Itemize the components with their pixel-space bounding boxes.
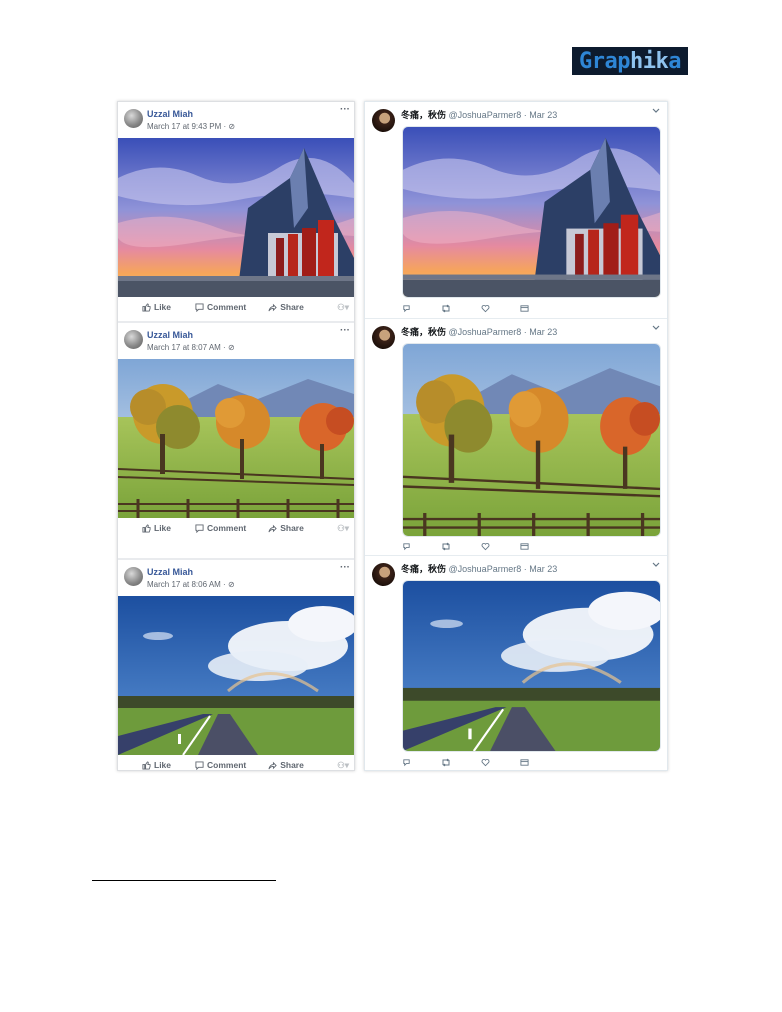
post-date[interactable]: March 17 at 8:06 AM · ⊘ (147, 580, 235, 589)
handle-and-date[interactable]: @JoshuaParmer8 · Mar 23 (449, 327, 558, 337)
audience-selector-icon[interactable]: ⚇▾ (337, 302, 349, 313)
post-image[interactable] (118, 359, 354, 518)
avatar[interactable] (372, 326, 395, 349)
share-button[interactable]: Share (268, 760, 304, 770)
like-heart-icon[interactable] (481, 300, 490, 318)
tweet-image[interactable] (402, 126, 661, 298)
thumbs-up-icon (142, 302, 151, 312)
globe-icon: ⊘ (227, 580, 235, 589)
direct-message-icon[interactable] (520, 538, 529, 556)
tweet: 冬痛，秋伤 @JoshuaParmer8 · Mar 23 (365, 102, 667, 317)
tweet-image[interactable] (402, 580, 661, 752)
thumbs-up-icon (142, 760, 151, 770)
comment-button[interactable]: Comment (195, 523, 246, 533)
graphika-logo: Graphika (572, 47, 688, 75)
like-button[interactable]: Like (142, 523, 171, 533)
like-heart-icon[interactable] (481, 538, 490, 556)
thumbs-up-icon (142, 523, 151, 533)
twitter-posts-panel: 冬痛，秋伤 @JoshuaParmer8 · Mar 23 冬痛，秋伤 @Jos… (364, 101, 668, 771)
direct-message-icon[interactable] (520, 754, 529, 772)
reply-icon[interactable] (402, 300, 411, 318)
display-name[interactable]: 冬痛，秋伤 (401, 564, 446, 574)
comment-icon (195, 523, 204, 533)
chevron-down-icon[interactable] (652, 325, 660, 331)
tweet: 冬痛，秋伤 @JoshuaParmer8 · Mar 23 (365, 555, 667, 771)
author-name[interactable]: Uzzal Miah (147, 567, 193, 577)
avatar[interactable] (124, 109, 143, 128)
chevron-down-icon[interactable] (652, 562, 660, 568)
post-image[interactable] (118, 596, 354, 755)
audience-selector-icon[interactable]: ⚇▾ (337, 760, 349, 771)
comment-icon (195, 760, 204, 770)
more-options-icon[interactable]: ··· (340, 325, 350, 336)
share-icon (268, 524, 277, 532)
tweet-image[interactable] (402, 343, 661, 537)
facebook-post: Uzzal Miah March 17 at 8:06 AM · ⊘ ··· L… (118, 558, 354, 778)
retweet-icon[interactable] (441, 538, 451, 556)
handle-and-date[interactable]: @JoshuaParmer8 · Mar 23 (449, 110, 558, 120)
footnote-rule (92, 880, 276, 881)
avatar[interactable] (124, 567, 143, 586)
comment-icon (195, 302, 204, 312)
share-button[interactable]: Share (268, 523, 304, 533)
audience-selector-icon[interactable]: ⚇▾ (337, 523, 349, 534)
display-name[interactable]: 冬痛，秋伤 (401, 327, 446, 337)
like-button[interactable]: Like (142, 760, 171, 770)
post-date[interactable]: March 17 at 8:07 AM · ⊘ (147, 343, 235, 352)
like-button[interactable]: Like (142, 302, 171, 312)
share-button[interactable]: Share (268, 302, 304, 312)
tweet: 冬痛，秋伤 @JoshuaParmer8 · Mar 23 (365, 318, 667, 555)
like-heart-icon[interactable] (481, 754, 490, 772)
avatar[interactable] (372, 109, 395, 132)
share-icon (268, 761, 277, 769)
more-options-icon[interactable]: ··· (340, 562, 350, 573)
retweet-icon[interactable] (441, 754, 451, 772)
post-date[interactable]: March 17 at 9:43 PM · ⊘ (147, 122, 235, 131)
display-name[interactable]: 冬痛，秋伤 (401, 110, 446, 120)
comment-button[interactable]: Comment (195, 760, 246, 770)
avatar[interactable] (124, 330, 143, 349)
reply-icon[interactable] (402, 538, 411, 556)
reply-icon[interactable] (402, 754, 411, 772)
chevron-down-icon[interactable] (652, 108, 660, 114)
more-options-icon[interactable]: ··· (340, 104, 350, 115)
author-name[interactable]: Uzzal Miah (147, 109, 193, 119)
facebook-post: Uzzal Miah March 17 at 9:43 PM · ⊘ ··· L… (118, 102, 354, 320)
direct-message-icon[interactable] (520, 300, 529, 318)
post-image[interactable] (118, 138, 354, 297)
retweet-icon[interactable] (441, 300, 451, 318)
facebook-posts-panel: Uzzal Miah March 17 at 9:43 PM · ⊘ ··· L… (117, 101, 355, 771)
author-name[interactable]: Uzzal Miah (147, 330, 193, 340)
comment-button[interactable]: Comment (195, 302, 246, 312)
globe-icon: ⊘ (228, 122, 236, 131)
share-icon (268, 303, 277, 311)
facebook-post: Uzzal Miah March 17 at 8:07 AM · ⊘ ··· L… (118, 321, 354, 541)
handle-and-date[interactable]: @JoshuaParmer8 · Mar 23 (449, 564, 558, 574)
globe-icon: ⊘ (227, 343, 235, 352)
avatar[interactable] (372, 563, 395, 586)
